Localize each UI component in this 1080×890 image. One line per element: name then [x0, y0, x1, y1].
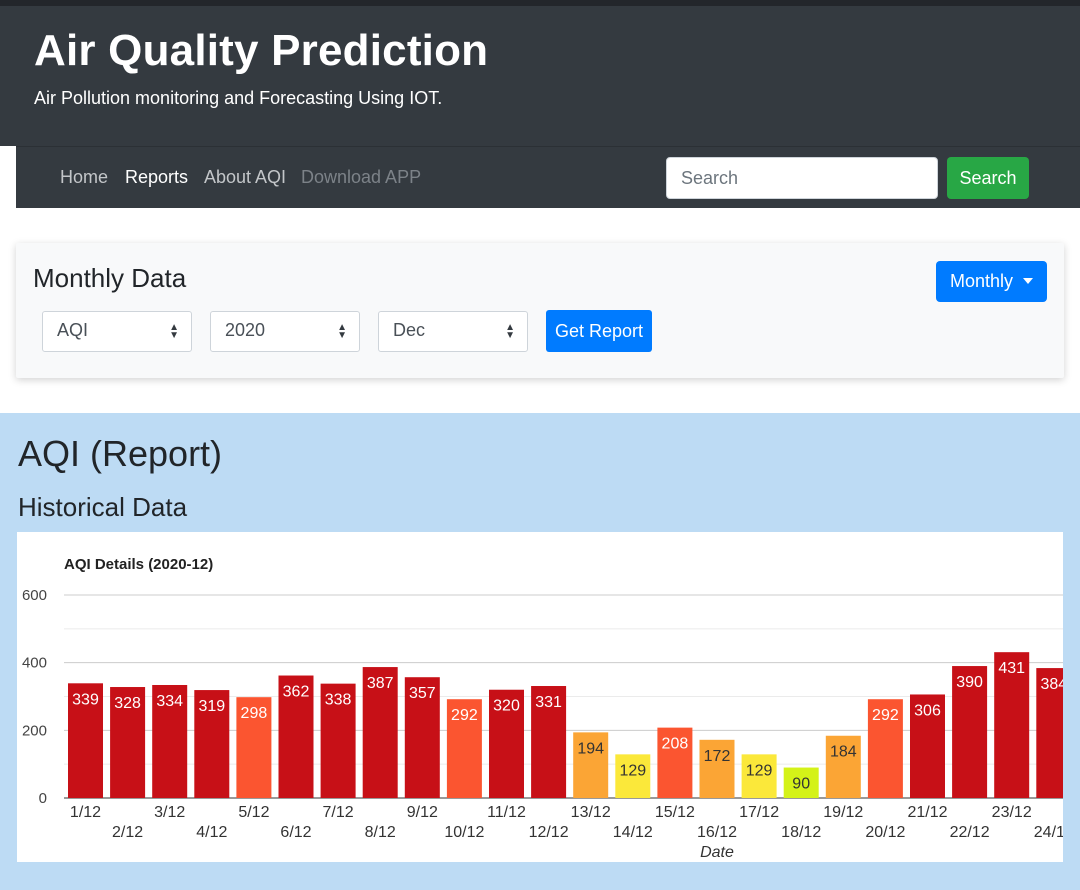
- y-tick-label: 400: [22, 655, 47, 672]
- period-dropdown-button[interactable]: Monthly: [936, 261, 1047, 302]
- chart-title: AQI Details (2020-12): [64, 556, 213, 573]
- x-tick-label: 9/12: [407, 804, 438, 821]
- x-tick-label: 8/12: [365, 824, 396, 841]
- period-dropdown-label: Monthly: [950, 271, 1014, 291]
- bar-value-label: 362: [283, 684, 310, 701]
- x-tick-label: 4/12: [196, 824, 227, 841]
- x-tick-label: 2/12: [112, 824, 143, 841]
- x-tick-label: 7/12: [323, 804, 354, 821]
- bar-value-label: 331: [535, 694, 562, 711]
- search-input[interactable]: [666, 157, 938, 199]
- y-tick-label: 200: [22, 722, 47, 739]
- x-tick-label: 13/12: [571, 804, 611, 821]
- x-tick-label: 16/12: [697, 824, 737, 841]
- x-tick-label: 10/12: [444, 824, 484, 841]
- bar-value-label: 208: [662, 736, 689, 753]
- bar-value-label: 292: [451, 707, 478, 724]
- site-header: Air Quality Prediction Air Pollution mon…: [0, 6, 1080, 146]
- nav-reports-link[interactable]: Reports: [125, 167, 188, 188]
- select-arrows-icon: ▲ ▼: [337, 322, 347, 341]
- panel-title: Monthly Data: [33, 263, 187, 293]
- bar-value-label: 339: [72, 691, 99, 708]
- x-axis-title: Date: [700, 844, 734, 861]
- monthly-data-panel: Monthly Data AQI ▲ ▼ 2020 ▲ ▼ Dec ▲ ▼ Get R…: [16, 243, 1064, 378]
- x-tick-label: 12/12: [529, 824, 569, 841]
- bar-value-label: 338: [325, 692, 352, 709]
- x-tick-label: 21/12: [907, 804, 947, 821]
- bar-value-label: 328: [114, 695, 141, 712]
- bar-value-label: 129: [746, 762, 773, 779]
- bar-value-label: 319: [198, 698, 225, 715]
- bar-value-label: 384: [1040, 676, 1063, 693]
- x-tick-label: 6/12: [280, 824, 311, 841]
- bar-value-label: 172: [704, 748, 731, 765]
- site-tagline: Air Pollution monitoring and Forecasting…: [34, 88, 443, 108]
- select-arrows-icon: ▲ ▼: [505, 322, 515, 341]
- bar-value-label: 390: [956, 674, 983, 691]
- parameter-select[interactable]: AQI ▲ ▼: [42, 311, 192, 352]
- bar-value-label: 334: [156, 693, 183, 710]
- nav-download-app-link: Download APP: [301, 167, 422, 187]
- select-arrows-icon: ▲ ▼: [169, 322, 179, 341]
- bar-value-label: 129: [619, 762, 646, 779]
- x-tick-label: 19/12: [823, 804, 863, 821]
- x-tick-label: 14/12: [613, 824, 653, 841]
- aqi-bar-chart: AQI Details (2020-12) 0 200 400 600 339 1/12 32…: [22, 556, 1063, 861]
- x-tick-label: 24/12: [1034, 824, 1063, 841]
- x-tick-label: 5/12: [238, 804, 269, 821]
- report-subtitle: Historical Data: [18, 492, 188, 522]
- bar-value-label: 184: [830, 744, 857, 761]
- bar-value-label: 320: [493, 698, 520, 715]
- caret-down-icon: [1023, 278, 1033, 284]
- parameter-select-value: AQI: [57, 320, 89, 340]
- bar-value-label: 90: [792, 776, 810, 793]
- nav-about-aqi-link[interactable]: About AQI: [204, 167, 286, 188]
- year-select[interactable]: 2020 ▲ ▼: [210, 311, 360, 352]
- year-select-value: 2020: [225, 320, 266, 340]
- x-tick-label: 18/12: [781, 824, 821, 841]
- x-tick-label: 11/12: [487, 804, 526, 821]
- bar-value-label: 298: [241, 705, 268, 722]
- x-tick-label: 17/12: [739, 804, 779, 821]
- aqi-chart: AQI Details (2020-12) 0 200 400 600 339 1/12 32…: [17, 532, 1063, 862]
- bar-value-label: 292: [872, 707, 899, 724]
- report-section: AQI (Report) Historical Data AQI Details…: [0, 413, 1080, 890]
- report-title: AQI (Report): [18, 433, 223, 474]
- bar-value-label: 431: [998, 660, 1025, 677]
- y-tick-label: 600: [22, 587, 47, 604]
- month-select-value: Dec: [393, 320, 426, 340]
- x-tick-label: 20/12: [865, 824, 905, 841]
- nav-home-link[interactable]: Home: [60, 167, 108, 188]
- bar-value-label: 387: [367, 675, 394, 692]
- x-tick-label: 3/12: [154, 804, 185, 821]
- bar-value-label: 357: [409, 685, 436, 702]
- x-tick-label: 23/12: [992, 804, 1032, 821]
- search-button[interactable]: Search: [947, 157, 1029, 199]
- get-report-button[interactable]: Get Report: [546, 310, 652, 352]
- x-tick-label: 1/12: [70, 804, 101, 821]
- bar-value-label: 194: [577, 740, 604, 757]
- x-tick-label: 22/12: [950, 824, 990, 841]
- site-title: Air Quality Prediction: [34, 26, 489, 75]
- bar-value-label: 306: [914, 702, 941, 719]
- navbar: Home Reports About AQI Download APP Sear…: [16, 146, 1080, 208]
- x-tick-label: 15/12: [655, 804, 695, 821]
- y-tick-label: 0: [39, 790, 47, 807]
- month-select[interactable]: Dec ▲ ▼: [378, 311, 528, 352]
